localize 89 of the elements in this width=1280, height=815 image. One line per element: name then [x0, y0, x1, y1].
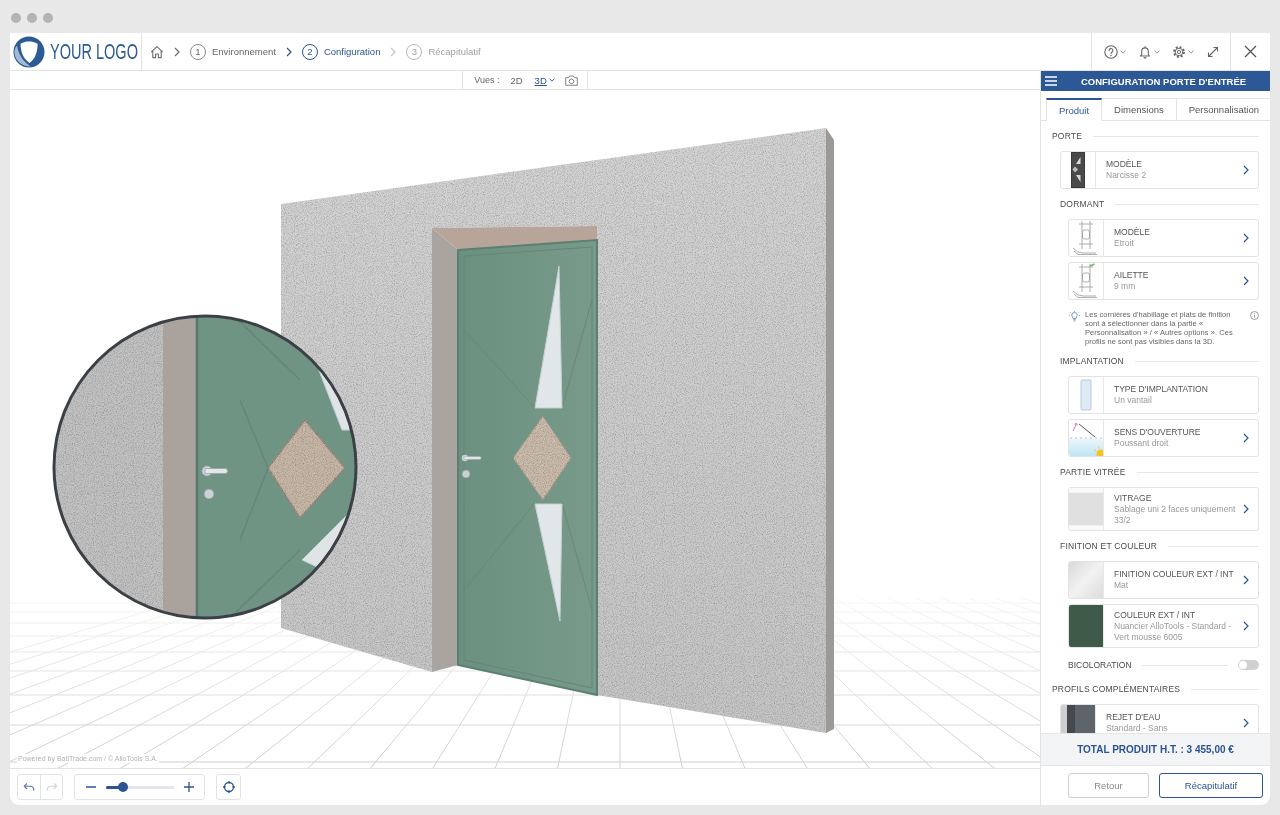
- window-dot-icon: [27, 13, 37, 23]
- option-value: Etroit: [1114, 238, 1135, 249]
- section-title: IMPLANTATION: [1060, 356, 1124, 366]
- option-card[interactable]: TYPE D'IMPLANTATION Un vantail: [1068, 376, 1259, 414]
- option-label: AILETTE: [1114, 270, 1150, 282]
- option-value: Mat: [1114, 580, 1130, 591]
- toggle-switch[interactable]: [1238, 660, 1259, 670]
- chevron-icon: [1243, 504, 1249, 514]
- option-value: Narcisse 2: [1106, 170, 1148, 181]
- option-label: MODÈLE: [1114, 227, 1151, 239]
- option-value: Poussant droit: [1114, 438, 1170, 449]
- chevron-icon: [1243, 433, 1249, 443]
- back-button[interactable]: Retour: [1068, 773, 1149, 798]
- bell-icon: [1138, 44, 1152, 59]
- chevron-icon: [1243, 165, 1249, 175]
- option-label: SENS D'OUVERTURE: [1114, 427, 1202, 439]
- option-label: REJET D'EAU: [1106, 712, 1162, 724]
- option-value: 9 mm: [1114, 281, 1137, 292]
- option-card[interactable]: FINITION COULEUR EXT / INT Mat: [1068, 561, 1259, 599]
- chevron-icon: [1243, 575, 1249, 585]
- tab[interactable]: Produit: [1046, 98, 1103, 121]
- breadcrumb-step: 3 Récapitulatif: [406, 43, 481, 60]
- option-label: VITRAGE: [1114, 493, 1153, 504]
- option-label: FINITION COULEUR EXT / INT: [1114, 569, 1235, 581]
- door-lock: [461, 469, 471, 479]
- chevron-icon: [1243, 621, 1249, 631]
- recenter-button[interactable]: [216, 774, 241, 800]
- total-price: TOTAL PRODUIT H.T. : 3 455,00 €: [1077, 744, 1234, 755]
- caret-icon: [1120, 49, 1126, 54]
- help-icon: [1104, 44, 1118, 59]
- chevron-icon: [1243, 233, 1249, 243]
- help-menu-button[interactable]: [1104, 44, 1126, 59]
- option-card[interactable]: MODÈLE Etroit: [1068, 219, 1259, 257]
- caret-icon: [1154, 49, 1160, 54]
- door-handle: [461, 454, 482, 462]
- notifications-button[interactable]: [1138, 44, 1160, 59]
- logo-text: YOUR LOGO: [50, 39, 138, 64]
- breadcrumb-step[interactable]: 1 Environnement: [190, 43, 276, 60]
- option-card[interactable]: MODÈLE Narcisse 2: [1060, 151, 1259, 189]
- zoom-in-button[interactable]: [183, 781, 195, 793]
- section-title: PROFILS COMPLÉMENTAIRES: [1052, 684, 1181, 694]
- option-value: Un vantail: [1114, 395, 1153, 406]
- option-label: MODÈLE: [1106, 159, 1143, 171]
- section-title: FINITION ET COULEUR: [1060, 541, 1158, 551]
- option-card[interactable]: SENS D'OUVERTURE Poussant droit: [1068, 419, 1259, 457]
- section-title: PORTE: [1052, 131, 1083, 141]
- caret-icon[interactable]: [548, 78, 555, 82]
- menu-icon[interactable]: [1045, 76, 1057, 86]
- views-label: Vues :: [474, 75, 500, 85]
- view-mode-tab[interactable]: 3D: [534, 74, 547, 86]
- camera-icon[interactable]: [564, 74, 578, 86]
- panel-title: CONFIGURATION PORTE D'ENTRÉE: [1079, 75, 1248, 87]
- slider-thumb[interactable]: [118, 782, 128, 792]
- chevron-icon: [1243, 276, 1249, 286]
- option-card[interactable]: COULEUR EXT / INT Nuancier AlloTools - Standard - Vert mousse 6005: [1068, 604, 1259, 648]
- plus-icon: [183, 781, 195, 793]
- chevron-icon: [285, 46, 292, 57]
- section-title: PARTIE VITRÉE: [1060, 467, 1126, 477]
- door-swing-icon: [1069, 420, 1104, 456]
- chevron-icon: [174, 46, 180, 57]
- finish-swatch-icon: [1069, 562, 1104, 598]
- chevron-icon: [1243, 718, 1249, 728]
- caret-icon: [1188, 49, 1194, 54]
- window-dot-icon: [43, 13, 53, 23]
- view-mode-tab[interactable]: 2D: [510, 74, 523, 86]
- window-dot-icon: [11, 13, 21, 23]
- settings-icon: [1172, 44, 1186, 59]
- redo-icon: [45, 782, 58, 792]
- close-icon[interactable]: [1244, 45, 1257, 58]
- breadcrumb-step[interactable]: 2 Configuration: [301, 43, 381, 60]
- target-icon: [221, 780, 236, 794]
- option-label: COULEUR EXT / INT: [1114, 610, 1197, 621]
- next-button[interactable]: Récapitulatif: [1159, 773, 1263, 798]
- toggle-label: BICOLORATION: [1068, 660, 1132, 670]
- option-value: Sablage uni 2 faces uniquement 33/2: [1114, 504, 1237, 525]
- settings-button[interactable]: [1172, 44, 1194, 59]
- option-value: Nuancier AlloTools - Standard - Vert mousse 6005: [1114, 621, 1233, 642]
- option-value: Standard - Sans: [1106, 723, 1169, 733]
- lightbulb-icon: [1069, 311, 1080, 322]
- undo-icon: [23, 782, 35, 792]
- option-card[interactable]: REJET D'EAU Standard - Sans: [1060, 704, 1259, 733]
- glass-swatch-icon: [1069, 488, 1104, 530]
- option-card[interactable]: AILETTE 9 mm: [1068, 262, 1259, 300]
- option-label: TYPE D'IMPLANTATION: [1114, 384, 1209, 396]
- option-card[interactable]: VITRAGE Sablage uni 2 faces uniquement 33/2: [1068, 487, 1259, 531]
- chevron-icon: [390, 46, 397, 57]
- expand-icon[interactable]: [1206, 44, 1220, 59]
- home-icon[interactable]: [150, 44, 164, 59]
- section-title: DORMANT: [1060, 199, 1105, 209]
